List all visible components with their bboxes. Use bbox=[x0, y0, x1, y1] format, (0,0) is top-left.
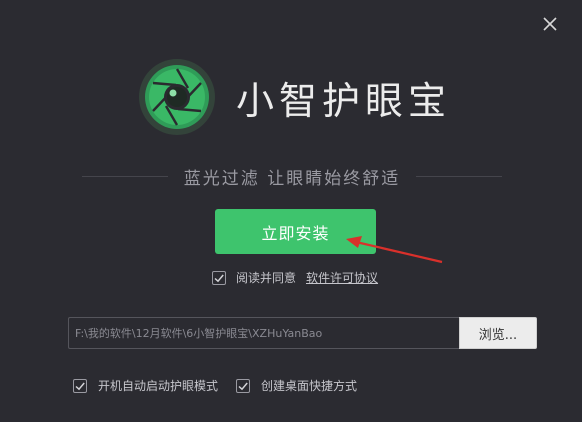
brand-header: 小智护眼宝 bbox=[138, 58, 451, 136]
divider-right bbox=[416, 175, 502, 177]
option-autostart: 开机自动启动护眼模式 bbox=[73, 377, 218, 394]
tagline-row: 蓝光过滤 让眼睛始终舒适 bbox=[82, 163, 502, 189]
red-arrow-icon bbox=[342, 232, 446, 266]
browse-button[interactable]: 浏览... bbox=[459, 317, 537, 349]
eye-lens-logo-icon bbox=[138, 58, 216, 136]
app-title: 小智护眼宝 bbox=[236, 78, 452, 123]
desktop-shortcut-checkbox[interactable] bbox=[236, 378, 251, 393]
installer-window: 小智护眼宝 蓝光过滤 让眼睛始终舒适 立即安装 阅读并同意 软件许可协议 浏览.… bbox=[0, 0, 582, 422]
install-path-row: 浏览... bbox=[68, 317, 537, 349]
agreement-checkbox[interactable] bbox=[212, 270, 226, 285]
autostart-checkbox[interactable] bbox=[73, 378, 87, 393]
option-desktop-shortcut: 创建桌面快捷方式 bbox=[236, 377, 357, 394]
autostart-label: 开机自动启动护眼模式 bbox=[98, 379, 219, 393]
divider-left bbox=[82, 175, 168, 177]
tagline: 蓝光过滤 让眼睛始终舒适 bbox=[183, 168, 401, 189]
options-row: 开机自动启动护眼模式 创建桌面快捷方式 bbox=[73, 377, 357, 394]
check-icon bbox=[238, 382, 248, 390]
check-icon bbox=[214, 274, 224, 282]
check-icon bbox=[75, 382, 85, 390]
agreement-label: 阅读并同意 bbox=[236, 271, 297, 285]
desktop-shortcut-label: 创建桌面快捷方式 bbox=[261, 379, 358, 393]
close-icon[interactable] bbox=[540, 14, 560, 34]
agreement-row: 阅读并同意 软件许可协议 bbox=[212, 269, 378, 286]
license-agreement-link[interactable]: 软件许可协议 bbox=[306, 269, 378, 286]
install-path-input[interactable] bbox=[68, 317, 459, 349]
